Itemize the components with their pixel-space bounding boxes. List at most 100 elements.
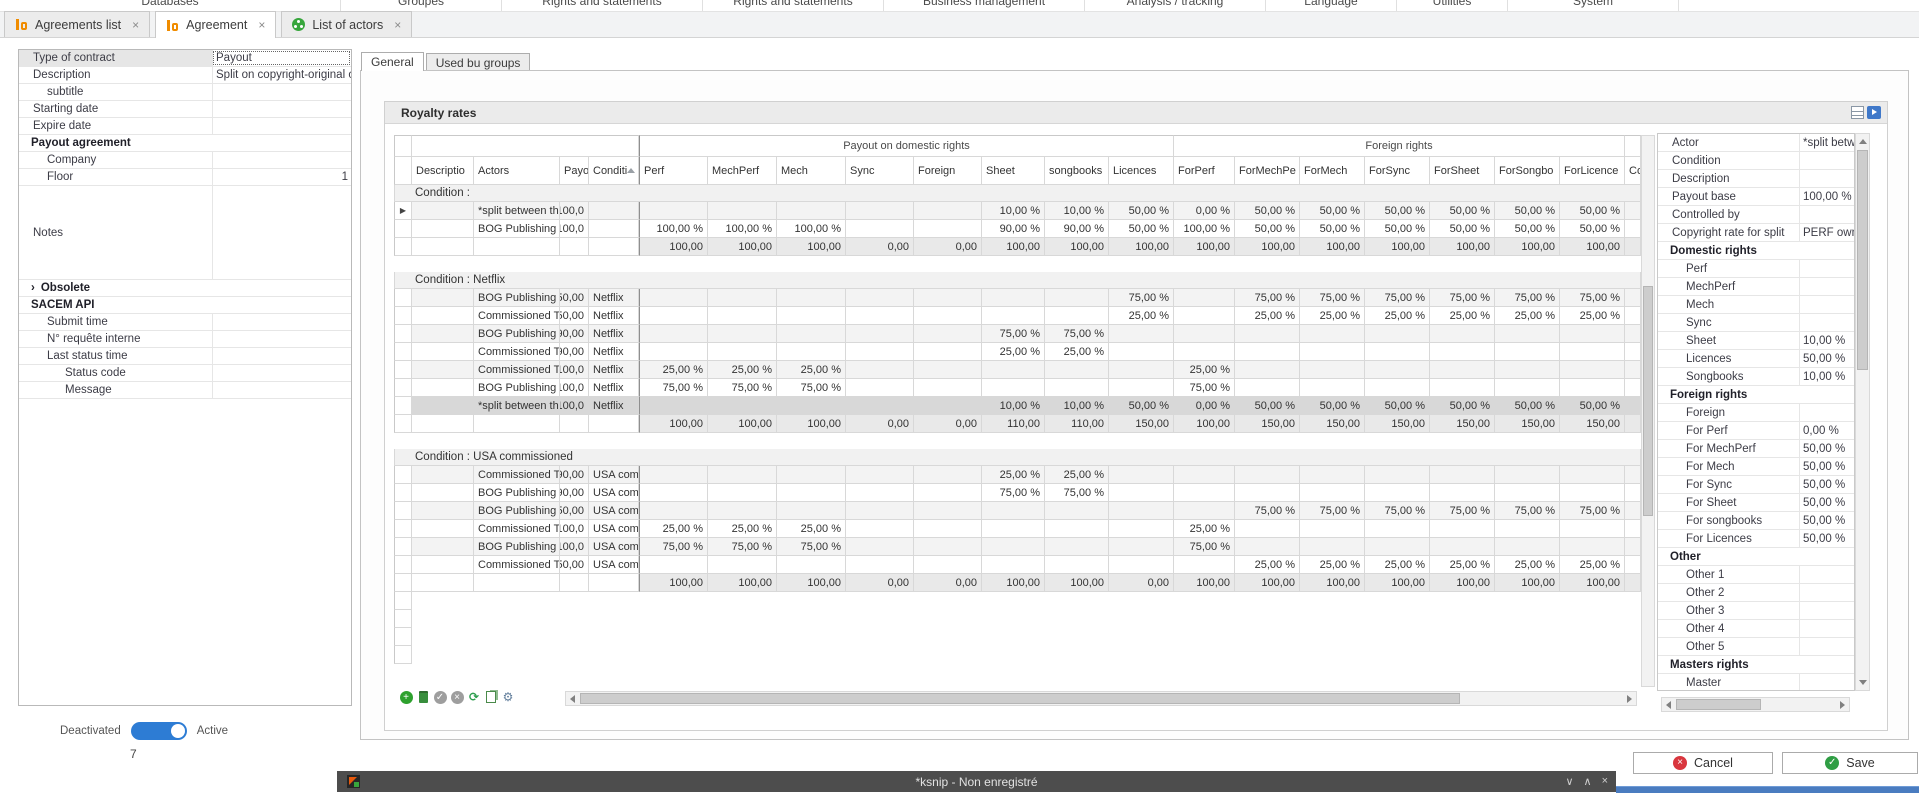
row-marker-cell[interactable] — [394, 361, 412, 379]
cell-rate[interactable]: 25,00 % — [982, 343, 1045, 361]
cell-cont[interactable] — [1625, 307, 1641, 325]
cell-cont[interactable] — [1625, 325, 1641, 343]
menu-item-utilities[interactable]: Utilities — [1397, 0, 1508, 12]
cell-rate[interactable] — [914, 379, 982, 397]
cell-rate[interactable] — [1045, 289, 1109, 307]
cell-rate[interactable]: 50,00 % — [1300, 397, 1365, 415]
cell-payout[interactable]: 100,0 — [560, 379, 589, 397]
cell-condition[interactable]: USA commiss — [589, 556, 639, 574]
cell-rate[interactable] — [1300, 538, 1365, 556]
cell-rate[interactable] — [1495, 325, 1560, 343]
field-value[interactable] — [1799, 170, 1854, 187]
cell-rate[interactable] — [1495, 520, 1560, 538]
cancel-button[interactable]: × Cancel — [1633, 752, 1773, 774]
cell-rate[interactable] — [777, 289, 846, 307]
cell-rate[interactable]: 25,00 % — [1560, 556, 1625, 574]
cell-rate[interactable] — [846, 202, 914, 220]
row-marker-cell[interactable] — [394, 520, 412, 538]
field-value[interactable]: *split betw — [1799, 134, 1854, 151]
maximize-icon[interactable]: ∧ — [1584, 775, 1592, 788]
menu-item-rights-and-statements[interactable]: Rights and statements — [703, 0, 884, 12]
field-value[interactable]: 10,00 % — [1799, 368, 1854, 385]
cell-actor[interactable]: *split between th — [474, 202, 560, 220]
cell-rate[interactable] — [1300, 361, 1365, 379]
cell-rate[interactable]: 50,00 % — [1235, 220, 1300, 238]
field-value[interactable]: Split on copyright-original ca — [212, 67, 351, 83]
cell-rate[interactable] — [1235, 379, 1300, 397]
cell-actor[interactable]: *split between th — [474, 397, 560, 415]
cell-description[interactable] — [412, 397, 474, 415]
cell-rate[interactable]: 75,00 % — [1235, 289, 1300, 307]
cell-rate[interactable] — [1560, 325, 1625, 343]
cell-rate[interactable] — [1109, 520, 1174, 538]
cell-rate[interactable]: 25,00 % — [777, 361, 846, 379]
cell-rate[interactable]: 75,00 % — [708, 538, 777, 556]
field-value[interactable]: 50,00 % — [1799, 494, 1854, 511]
cell-condition[interactable]: USA commiss — [589, 484, 639, 502]
cell-cont[interactable] — [1625, 220, 1641, 238]
cell-rate[interactable]: 75,00 % — [708, 379, 777, 397]
grid-vertical-scrollbar[interactable] — [1641, 135, 1655, 687]
cell-rate[interactable] — [846, 220, 914, 238]
cell-payout[interactable]: 100,0 — [560, 520, 589, 538]
cell-actor[interactable]: Commissioned Th — [474, 556, 560, 574]
row-marker-cell[interactable] — [394, 538, 412, 556]
cell-rate[interactable]: 25,00 % — [708, 361, 777, 379]
cell-rate[interactable] — [846, 484, 914, 502]
cell-cont[interactable] — [1625, 202, 1641, 220]
tab-list-of-actors[interactable]: List of actors× — [281, 11, 412, 37]
tab-general[interactable]: General — [361, 52, 424, 71]
cell-rate[interactable]: 75,00 % — [1109, 289, 1174, 307]
cell-rate[interactable] — [914, 484, 982, 502]
cell-description[interactable] — [412, 466, 474, 484]
cell-rate[interactable] — [708, 484, 777, 502]
cell-description[interactable] — [412, 343, 474, 361]
cell-rate[interactable]: 50,00 % — [1365, 202, 1430, 220]
cell-rate[interactable] — [777, 202, 846, 220]
field-value[interactable] — [1799, 206, 1854, 223]
cell-rate[interactable] — [1365, 379, 1430, 397]
scroll-left-icon[interactable] — [570, 695, 575, 703]
tab-close-icon[interactable]: × — [132, 18, 139, 32]
field-value[interactable] — [212, 365, 351, 381]
cell-description[interactable] — [412, 556, 474, 574]
column-header-ForSongbo[interactable]: ForSongbo — [1495, 157, 1560, 185]
field-value[interactable]: 0,00 % — [1799, 422, 1854, 439]
field-value[interactable] — [1799, 566, 1854, 583]
ksnip-taskbar[interactable]: *ksnip - Non enregistré ∨ ∧ × — [337, 771, 1616, 792]
column-header-Cont[interactable]: Cont — [1625, 157, 1641, 185]
cell-rate[interactable] — [846, 520, 914, 538]
cell-condition[interactable]: USA commiss — [589, 502, 639, 520]
cell-rate[interactable]: 50,00 % — [1560, 397, 1625, 415]
column-header-ForLicence[interactable]: ForLicence — [1560, 157, 1625, 185]
field-value[interactable] — [212, 348, 351, 364]
field-value[interactable] — [212, 382, 351, 398]
scroll-right-icon[interactable] — [1840, 701, 1845, 709]
cell-cont[interactable] — [1625, 556, 1641, 574]
cell-actor[interactable]: BOG Publishing — [474, 325, 560, 343]
cell-condition[interactable]: Netflix — [589, 307, 639, 325]
cell-actor[interactable]: BOG Publishing — [474, 379, 560, 397]
field-value[interactable] — [1799, 152, 1854, 169]
column-header-Descriptio[interactable]: Descriptio — [412, 157, 474, 185]
cell-rate[interactable]: 50,00 % — [1109, 202, 1174, 220]
cell-rate[interactable]: 25,00 % — [1300, 556, 1365, 574]
cell-rate[interactable] — [1045, 307, 1109, 325]
cell-rate[interactable] — [914, 307, 982, 325]
row-marker-cell[interactable] — [394, 343, 412, 361]
cell-payout[interactable]: 100,0 — [560, 202, 589, 220]
column-header-Sync[interactable]: Sync — [846, 157, 914, 185]
cell-rate[interactable] — [982, 379, 1045, 397]
field-value[interactable] — [1799, 584, 1854, 601]
cell-rate[interactable] — [846, 556, 914, 574]
cell-rate[interactable] — [982, 520, 1045, 538]
sort-icon[interactable] — [627, 168, 635, 173]
cell-rate[interactable] — [914, 397, 982, 415]
cell-payout[interactable]: 100,0 — [560, 220, 589, 238]
cell-cont[interactable] — [1625, 484, 1641, 502]
cell-rate[interactable] — [914, 466, 982, 484]
cell-rate[interactable] — [1495, 484, 1560, 502]
cell-condition[interactable]: Netflix — [589, 325, 639, 343]
cell-rate[interactable]: 10,00 % — [1045, 397, 1109, 415]
cell-rate[interactable] — [982, 556, 1045, 574]
